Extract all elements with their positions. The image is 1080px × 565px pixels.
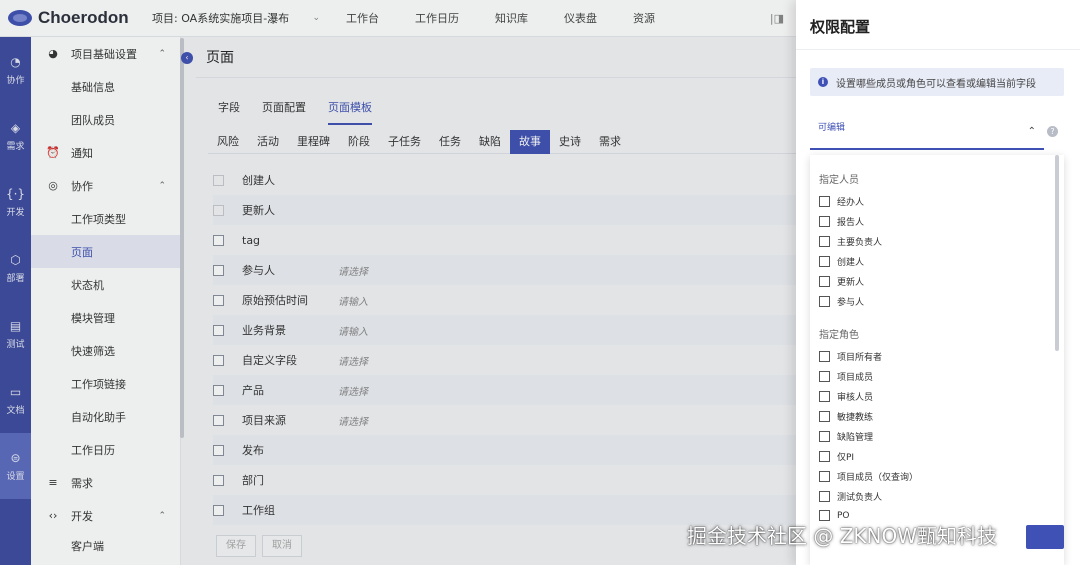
permission-select[interactable]: 可编辑 ⌃ xyxy=(810,114,1044,150)
checkbox[interactable] xyxy=(819,216,830,227)
select-label: 可编辑 xyxy=(818,123,846,133)
option-label: 主要负责人 xyxy=(837,238,883,248)
option-role[interactable]: 缺陷管理 xyxy=(819,430,873,443)
option-label: 参与人 xyxy=(837,298,865,308)
help-icon[interactable]: ? xyxy=(1047,126,1058,137)
option-label: 项目成员（仅查询） xyxy=(837,473,919,483)
option-people[interactable]: 主要负责人 xyxy=(819,235,882,248)
option-label: 项目所有者 xyxy=(837,353,883,363)
option-people[interactable]: 经办人 xyxy=(819,195,864,208)
info-icon: i xyxy=(818,77,828,87)
checkbox[interactable] xyxy=(819,491,830,502)
checkbox[interactable] xyxy=(819,431,830,442)
dropdown-scrollbar[interactable] xyxy=(1055,155,1059,351)
option-label: 敏捷教练 xyxy=(837,413,874,423)
checkbox[interactable] xyxy=(819,351,830,362)
option-label: 创建人 xyxy=(837,258,865,268)
option-people[interactable]: 创建人 xyxy=(819,255,864,268)
option-label: 审核人员 xyxy=(837,393,874,403)
option-role[interactable]: 测试负责人 xyxy=(819,490,882,503)
option-people[interactable]: 报告人 xyxy=(819,215,864,228)
option-label: 项目成员 xyxy=(837,373,874,383)
section-label-people: 指定人员 xyxy=(819,175,859,186)
modal-mask[interactable] xyxy=(0,0,796,565)
option-role[interactable]: 仅PI xyxy=(819,450,854,463)
checkbox[interactable] xyxy=(819,451,830,462)
checkbox[interactable] xyxy=(819,411,830,422)
option-role[interactable]: 审核人员 xyxy=(819,390,873,403)
checkbox[interactable] xyxy=(819,196,830,207)
checkbox[interactable] xyxy=(819,256,830,267)
divider xyxy=(796,49,1080,50)
permission-dropdown: 指定人员 经办人 报告人 主要负责人 创建人 更新人 参与人 指定角色 项目所有… xyxy=(810,155,1064,565)
option-role[interactable]: 项目所有者 xyxy=(819,350,882,363)
checkbox[interactable] xyxy=(819,276,830,287)
watermark-text: 掘金技术社区 @ ZKNOW甄知科技 xyxy=(687,524,998,548)
option-label: 经办人 xyxy=(837,198,865,208)
section-label-roles: 指定角色 xyxy=(819,330,859,341)
option-role[interactable]: 项目成员 xyxy=(819,370,873,383)
drawer-title: 权限配置 xyxy=(810,18,871,36)
option-label: 缺陷管理 xyxy=(837,433,874,443)
checkbox[interactable] xyxy=(819,296,830,307)
checkbox[interactable] xyxy=(819,391,830,402)
permission-drawer: 权限配置 i 设置哪些成员或角色可以查看或编辑当前字段 可编辑 ⌃ ? 指定人员… xyxy=(796,0,1080,565)
checkbox[interactable] xyxy=(819,371,830,382)
checkbox[interactable] xyxy=(819,236,830,247)
option-label: 测试负责人 xyxy=(837,493,883,503)
chevron-up-icon: ⌃ xyxy=(1027,126,1036,137)
option-label: 报告人 xyxy=(837,218,865,228)
option-people[interactable]: 更新人 xyxy=(819,275,864,288)
info-text: 设置哪些成员或角色可以查看或编辑当前字段 xyxy=(836,78,1036,90)
option-label: PO xyxy=(837,510,850,521)
checkbox[interactable] xyxy=(819,471,830,482)
option-role[interactable]: 敏捷教练 xyxy=(819,410,873,423)
option-label: 仅PI xyxy=(837,453,855,463)
option-people[interactable]: 参与人 xyxy=(819,295,864,308)
info-alert: i 设置哪些成员或角色可以查看或编辑当前字段 xyxy=(810,68,1064,96)
option-label: 更新人 xyxy=(837,278,865,288)
confirm-button[interactable] xyxy=(1026,525,1064,549)
option-role[interactable]: 项目成员（仅查询） xyxy=(819,470,918,483)
